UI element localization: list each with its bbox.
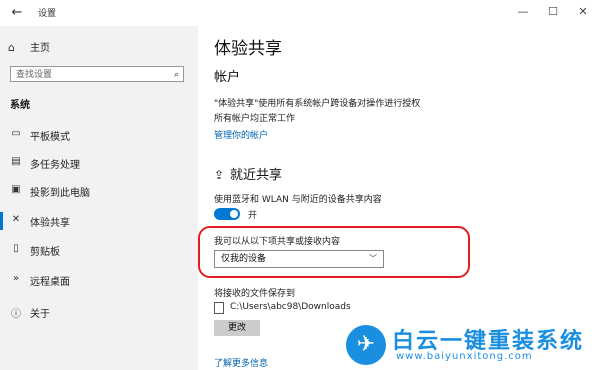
sidebar-item-remote-desktop[interactable]: » 远程桌面 [0, 269, 198, 291]
title-bar: ← 设置 — ☐ ✕ [0, 0, 600, 26]
page-title: 体验共享 [214, 39, 282, 59]
toggle-state-label: 开 [248, 211, 258, 221]
multitask-icon: ▤ [11, 156, 21, 167]
save-location-label: 将接收的文件保存到 [214, 289, 296, 299]
sidebar-item-label: 主页 [30, 43, 50, 54]
save-location-path: C:\Users\abc98\Downloads [230, 302, 351, 312]
nearby-sharing-heading: ⇪ 就近共享 [214, 164, 282, 183]
sidebar-item-home[interactable]: ⌂ 主页 [8, 39, 50, 55]
sidebar-item-clipboard[interactable]: ▯ 剪贴板 [0, 239, 198, 261]
sidebar-item-label: 远程桌面 [30, 277, 70, 288]
account-heading: 帐户 [214, 70, 241, 85]
clipboard-icon: ▯ [13, 243, 19, 254]
manage-accounts-link[interactable]: 管理你的帐户 [214, 128, 268, 141]
main-content: 体验共享 帐户 "体验共享"使用所有系统帐户跨设备对操作进行授权 所有帐户均正常… [198, 26, 600, 370]
info-icon: ⓘ [11, 309, 21, 320]
share-icon: ✕ [11, 214, 21, 225]
sidebar-item-label: 投影到此电脑 [30, 188, 90, 199]
change-button[interactable]: 更改 [214, 320, 260, 336]
remote-icon: » [12, 273, 20, 284]
sidebar-item-about[interactable]: ⓘ 关于 [0, 301, 198, 323]
sidebar-item-project[interactable]: ▣ 投影到此电脑 [0, 180, 198, 202]
bird-icon: ✈ [346, 325, 386, 365]
tablet-icon: ▭ [11, 128, 21, 139]
nearby-share-icon: ⇪ [214, 168, 225, 182]
sidebar: ⌂ 主页 查找设置 ⌕ 系统 ▭ 平板模式 ▤ 多任务处理 ▣ 投影到此电脑 ✕ … [0, 26, 198, 370]
sidebar-item-label: 体验共享 [30, 218, 70, 229]
nearby-share-toggle[interactable] [214, 208, 240, 220]
sidebar-item-label: 平板模式 [30, 132, 70, 143]
annotation-highlight-box [198, 226, 470, 278]
back-arrow-icon[interactable]: ← [8, 4, 26, 22]
folder-icon [214, 302, 224, 314]
nearby-heading-label: 就近共享 [230, 168, 283, 183]
app-title: 设置 [38, 9, 57, 19]
learn-more-link[interactable]: 了解更多信息 [214, 356, 268, 369]
sidebar-item-label: 关于 [30, 309, 50, 320]
minimize-button[interactable]: — [510, 2, 536, 22]
sidebar-item-shared-experiences[interactable]: ✕ 体验共享 [0, 210, 198, 232]
maximize-button[interactable]: ☐ [540, 2, 566, 22]
home-icon: ⌂ [8, 41, 15, 54]
bluetooth-description: 使用蓝牙和 WLAN 与附近的设备共享内容 [214, 195, 382, 205]
watermark-logo: ✈ 白云一键重装系统 www.baiyunxitong.com [346, 323, 596, 367]
sidebar-item-tablet[interactable]: ▭ 平板模式 [0, 124, 198, 146]
watermark-url: www.baiyunxitong.com [396, 351, 533, 362]
search-placeholder: 查找设置 [16, 70, 53, 80]
section-label: 系统 [10, 100, 30, 111]
sidebar-item-label: 多任务处理 [30, 160, 80, 171]
settings-window: ← 设置 — ☐ ✕ ⌂ 主页 查找设置 ⌕ 系统 ▭ 平板模式 ▤ 多任务处理 … [0, 0, 600, 370]
project-icon: ▣ [11, 184, 21, 195]
sidebar-item-label: 剪贴板 [30, 247, 60, 258]
account-status: 所有帐户均正常工作 [214, 114, 296, 124]
sidebar-item-multitask[interactable]: ▤ 多任务处理 [0, 152, 198, 174]
account-description: "体验共享"使用所有系统帐户跨设备对操作进行授权 [214, 99, 421, 109]
search-icon: ⌕ [173, 70, 179, 80]
close-button[interactable]: ✕ [570, 2, 596, 22]
search-input[interactable]: 查找设置 ⌕ [10, 66, 184, 82]
